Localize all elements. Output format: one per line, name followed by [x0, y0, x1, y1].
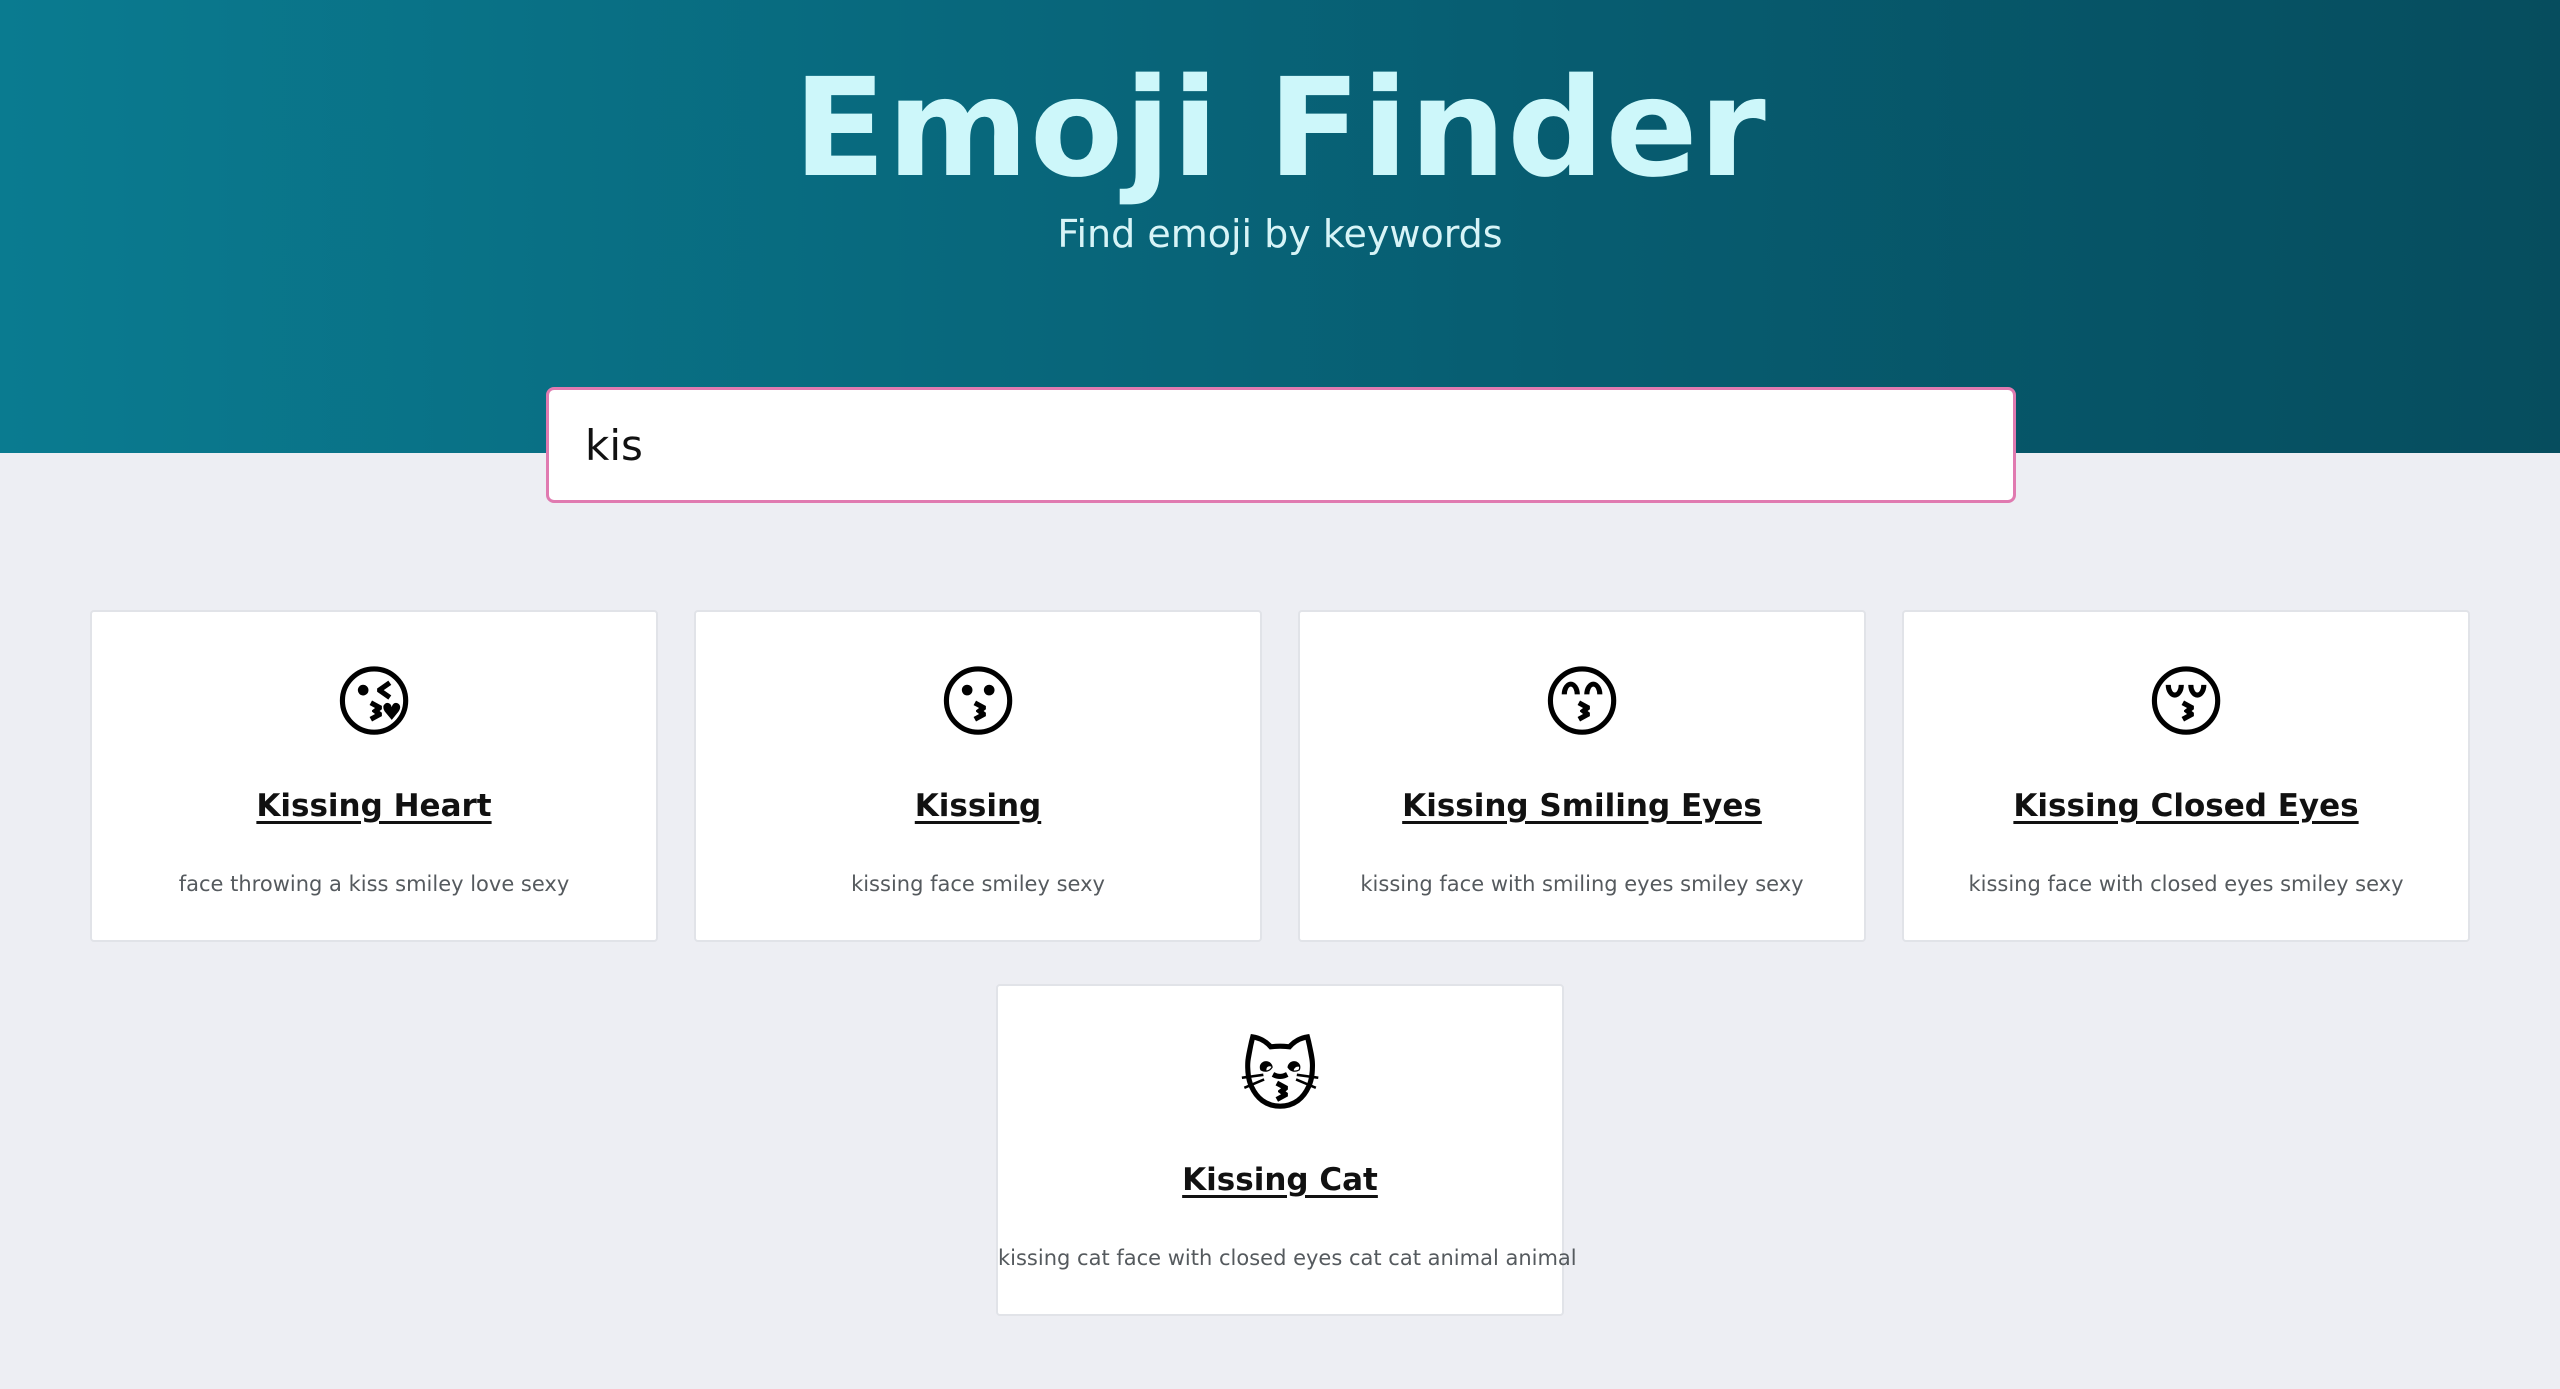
result-card-kissing-closed-eyes[interactable]: 😚 Kissing Closed Eyes kissing face with …: [1902, 610, 2470, 942]
result-keywords: kissing face with closed eyes smiley sex…: [1968, 872, 2404, 896]
result-title-link[interactable]: Kissing Smiling Eyes: [1300, 784, 1864, 828]
result-keywords: kissing face smiley sexy: [851, 872, 1105, 896]
result-card-kissing-heart[interactable]: 😘 Kissing Heart face throwing a kiss smi…: [90, 610, 658, 942]
search-input[interactable]: [549, 390, 2013, 500]
result-title-link[interactable]: Kissing Heart: [92, 784, 656, 828]
result-title-link[interactable]: Kissing Closed Eyes: [1904, 784, 2468, 828]
emoji-kissing-heart[interactable]: 😘: [92, 648, 656, 758]
emoji-kissing[interactable]: 😗: [696, 648, 1260, 758]
result-title-link[interactable]: Kissing Cat: [998, 1158, 1562, 1202]
result-card-kissing-smiling-eyes[interactable]: 😙 Kissing Smiling Eyes kissing face with…: [1298, 610, 1866, 942]
result-keywords: kissing face with smiling eyes smiley se…: [1360, 872, 1804, 896]
emoji-kissing-smiling-eyes[interactable]: 😙: [1300, 648, 1864, 758]
result-keywords: kissing cat face with closed eyes cat ca…: [998, 1246, 1577, 1270]
search-box: [546, 387, 2016, 503]
emoji-kissing-cat[interactable]: 😽: [998, 1022, 1562, 1132]
page-subtitle: Find emoji by keywords: [1057, 212, 1503, 256]
emoji-kissing-closed-eyes[interactable]: 😚: [1904, 648, 2468, 758]
result-title-link[interactable]: Kissing: [696, 784, 1260, 828]
results-grid: 😘 Kissing Heart face throwing a kiss smi…: [0, 610, 2560, 1316]
page-title: Emoji Finder: [793, 50, 1767, 208]
header-banner: Emoji Finder Find emoji by keywords: [0, 0, 2560, 453]
result-card-kissing[interactable]: 😗 Kissing kissing face smiley sexy: [694, 610, 1262, 942]
result-card-kissing-cat[interactable]: 😽 Kissing Cat kissing cat face with clos…: [996, 984, 1577, 1316]
result-keywords: face throwing a kiss smiley love sexy: [178, 872, 570, 896]
